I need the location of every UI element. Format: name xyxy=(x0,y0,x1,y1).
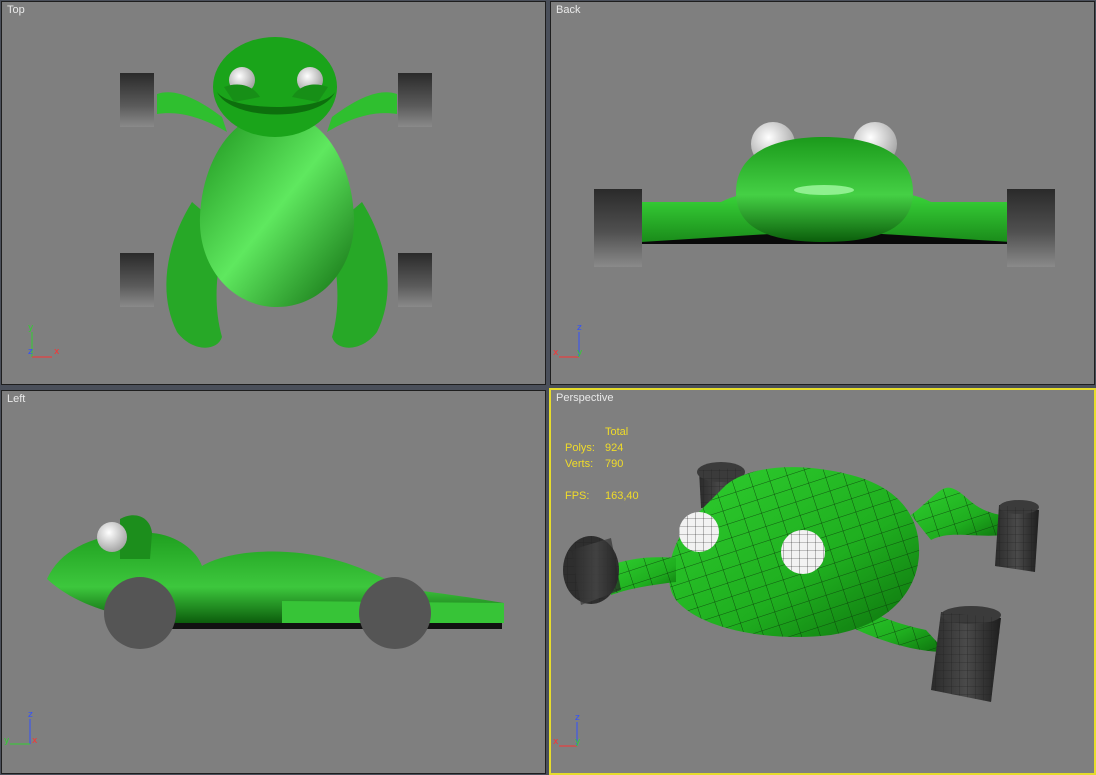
axis-label-y: y xyxy=(4,736,10,746)
viewport-top[interactable]: y x z Top xyxy=(1,1,546,385)
wheel-rear-left xyxy=(120,253,154,307)
stats-verts-label: Verts: xyxy=(565,458,594,470)
frog-eye xyxy=(97,522,127,552)
viewport-label-back[interactable]: Back xyxy=(556,4,580,16)
axis-label-x: x xyxy=(54,347,60,357)
axis-tripod-back: z x y xyxy=(553,323,583,358)
wheel-front xyxy=(104,577,176,649)
axis-label-y: y xyxy=(28,323,34,333)
axis-label-y: y xyxy=(575,737,581,747)
wheel-right xyxy=(1007,189,1055,267)
frog-head-highlight xyxy=(794,185,854,195)
wheel-front-left xyxy=(120,73,154,127)
stats-header: Total xyxy=(605,426,629,438)
stats-fps-value: 163,40 xyxy=(605,490,639,502)
viewport-back[interactable]: z x y Back xyxy=(550,1,1095,385)
stats-overlay: Total Polys: 924 Verts: 790 FPS: 163,40 xyxy=(565,424,665,504)
axis-label-z: z xyxy=(575,713,580,723)
viewport-left[interactable]: z x y Left xyxy=(1,390,546,774)
frog-eye-right xyxy=(781,530,825,574)
viewport-top-scene: y x z xyxy=(28,37,432,358)
wheel-rear xyxy=(359,577,431,649)
stats-polys-value: 924 xyxy=(605,442,624,454)
stats-verts-value: 790 xyxy=(605,458,624,470)
stats-polys-label: Polys: xyxy=(565,442,595,454)
frog-arm-right xyxy=(327,92,397,132)
axis-label-x: x xyxy=(553,737,559,747)
axis-label-z: z xyxy=(28,347,33,357)
wheel-rear-right xyxy=(931,606,1001,702)
axis-label-x: x xyxy=(553,348,559,358)
wheel-front-right xyxy=(995,500,1039,572)
frog-body xyxy=(199,112,355,307)
axis-label-z: z xyxy=(28,710,33,720)
axis-label-x: x xyxy=(32,736,38,746)
viewport-back-scene: z x y xyxy=(553,122,1055,358)
axis-label-z: z xyxy=(577,323,582,333)
wheel-front-right xyxy=(398,73,432,127)
wheel-rear-right xyxy=(398,253,432,307)
viewport-label-top[interactable]: Top xyxy=(7,4,25,16)
wheel-front-left xyxy=(563,536,621,605)
viewport-perspective[interactable]: z x y Perspective Total Polys: 924 Verts:… xyxy=(549,388,1096,775)
axis-label-y: y xyxy=(577,348,583,358)
wheel-left xyxy=(594,189,642,267)
viewport-left-scene: z x y xyxy=(4,515,504,746)
frog-eye-left xyxy=(679,512,719,552)
axis-tripod-top: y x z xyxy=(28,323,60,358)
axis-tripod-left: z x y xyxy=(4,710,38,746)
viewport-label-perspective[interactable]: Perspective xyxy=(556,392,613,404)
viewport-label-left[interactable]: Left xyxy=(7,393,25,405)
axis-tripod-perspective: z x y xyxy=(553,713,581,747)
stats-fps-label: FPS: xyxy=(565,490,590,502)
